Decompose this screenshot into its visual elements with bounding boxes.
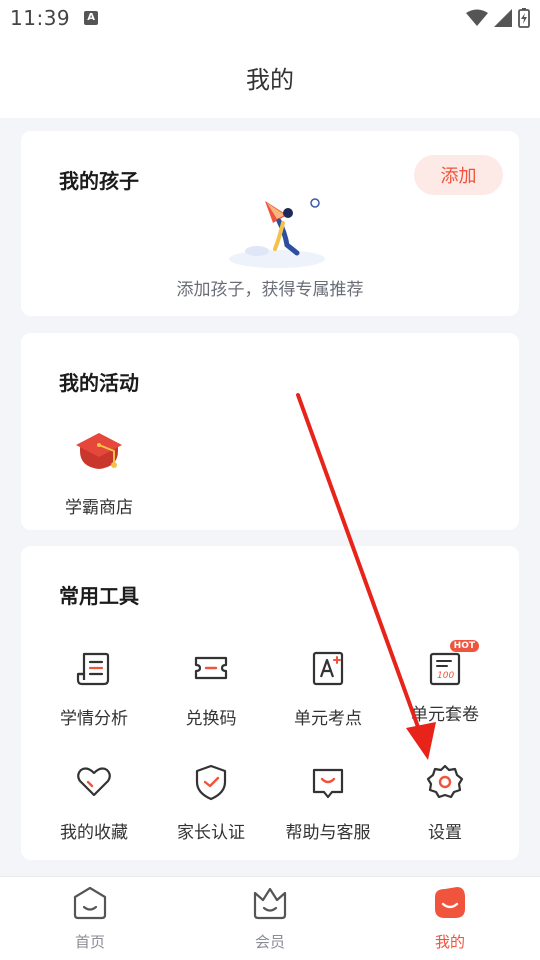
tools-card-title: 常用工具 [59,584,139,608]
tool-parent-verification[interactable]: 家长认证 [156,762,266,843]
bottom-tab-bar: 首页 会员 我的 [0,876,540,960]
tool-label: 家长认证 [177,823,245,843]
tool-unit-points[interactable]: 单元考点 [273,648,383,729]
nav-bar: 我的 [0,36,540,118]
status-icons [466,8,530,28]
tool-label: 学情分析 [60,709,128,729]
home-face-icon [73,886,107,920]
status-notification-icon: A [84,11,99,25]
tab-label: 会员 [254,933,285,951]
tool-help-support[interactable]: 帮助与客服 [273,762,383,843]
activity-item-label: 学霸商店 [65,498,133,518]
status-time: 11:39 [10,6,71,30]
profile-face-icon [435,887,465,918]
kite-child-illustration [229,198,325,268]
activity-card-title: 我的活动 [59,371,139,395]
tool-redeem-code[interactable]: 兑换码 [156,648,266,729]
tab-label: 我的 [434,933,465,951]
tab-label: 首页 [74,933,105,951]
signal-icon [494,9,512,27]
activity-item-shop[interactable]: 学霸商店 [59,429,139,518]
children-card-title: 我的孩子 [59,169,139,193]
tool-label: 设置 [428,823,462,843]
shield-check-icon [195,764,227,801]
tools-card: 常用工具 学情分析 兑换码 单元考点 100 HOT 单元套卷 我的收藏 家长认… [21,546,519,860]
tab-mine[interactable]: 我的 [400,885,500,952]
svg-text:100: 100 [437,671,454,681]
exam-paper-icon: 100 [429,652,461,686]
activity-card: 我的活动 学霸商店 [21,333,519,530]
tab-home[interactable]: 首页 [40,885,140,952]
battery-icon [518,8,530,28]
report-icon [76,652,110,686]
tool-label: 我的收藏 [60,823,128,843]
page-title: 我的 [246,65,294,94]
ticket-icon [194,656,228,680]
tool-settings[interactable]: 设置 [390,762,500,843]
tool-label: 帮助与客服 [285,823,371,843]
tool-label: 兑换码 [185,709,237,729]
tool-label: 单元考点 [294,709,362,729]
children-card: 我的孩子 添加 添加孩子，获得专属推荐 [21,131,519,316]
hot-badge: HOT [449,640,479,652]
gear-icon [426,764,464,799]
add-child-button[interactable]: 添加 [414,155,503,195]
exam-paper-icon-wrap: 100 HOT [425,640,479,688]
tool-my-favorites[interactable]: 我的收藏 [39,762,149,843]
tool-learning-analysis[interactable]: 学情分析 [39,648,149,729]
chat-smile-icon [312,768,344,799]
crown-icon [253,887,287,920]
tool-label: 单元套卷 [411,705,479,725]
letter-a-icon [312,651,344,686]
tool-unit-papers[interactable]: 100 HOT 单元套卷 [390,640,500,725]
graduation-cap-icon [76,433,122,469]
children-card-caption: 添加孩子，获得专属推荐 [176,280,364,300]
tab-membership[interactable]: 会员 [220,885,320,952]
wifi-icon [466,9,488,26]
status-bar: 11:39 A [0,0,540,36]
heart-icon [77,767,111,797]
